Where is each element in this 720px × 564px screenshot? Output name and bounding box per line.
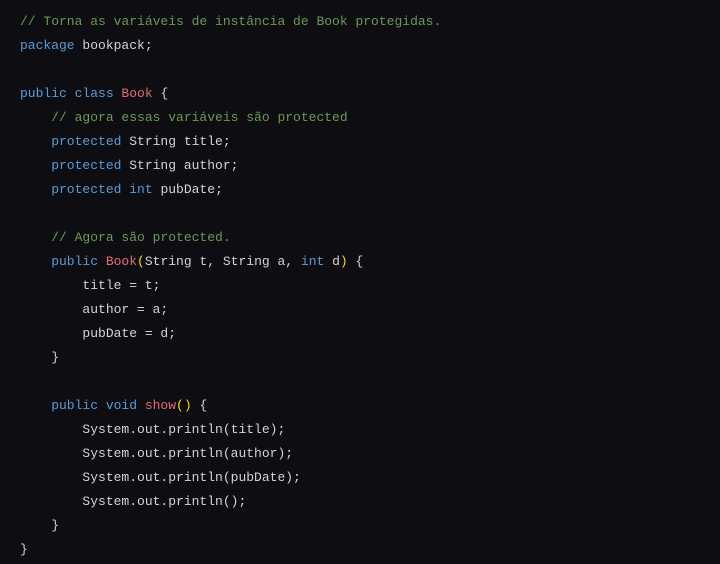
code-line: System.out.println(pubDate); [20, 466, 700, 490]
field-name: title [176, 134, 223, 149]
brace: { [192, 398, 208, 413]
code-line: System.out.println(title); [20, 418, 700, 442]
paren: ( [137, 254, 145, 269]
code-editor: // Torna as variáveis de instância de Bo… [20, 10, 700, 562]
code-line: public Book(String t, String a, int d) { [20, 250, 700, 274]
code-line: } [20, 514, 700, 538]
code-line: package bookpack; [20, 34, 700, 58]
brace: } [20, 518, 59, 533]
keyword-protected: protected [20, 134, 121, 149]
identifier: bookpack [75, 38, 145, 53]
constructor-name: Book [98, 254, 137, 269]
punct: ; [215, 182, 223, 197]
code-line: author = a; [20, 298, 700, 322]
brace: { [153, 86, 169, 101]
comment: // Agora são protected. [20, 230, 231, 245]
param-name: a [270, 254, 286, 269]
keyword-class: class [67, 86, 114, 101]
brace: } [20, 350, 59, 365]
code-line: public void show() { [20, 394, 700, 418]
keyword-protected: protected [20, 182, 121, 197]
punct: ; [223, 134, 231, 149]
type-int: int [121, 182, 152, 197]
type-int: int [301, 254, 324, 269]
blank-line [20, 202, 700, 226]
args: (pubDate); [223, 470, 301, 485]
punct: , [285, 254, 301, 269]
keyword-void: void [98, 398, 137, 413]
code-line: } [20, 538, 700, 562]
code-line: protected String author; [20, 154, 700, 178]
param-type: String [145, 254, 192, 269]
code-line: title = t; [20, 274, 700, 298]
field-name: pubDate [153, 182, 215, 197]
call: System.out.println [20, 470, 223, 485]
paren: () [176, 398, 192, 413]
punct: ; [145, 38, 153, 53]
param-name: t [192, 254, 208, 269]
keyword-package: package [20, 38, 75, 53]
comment: // agora essas variáveis são protected [20, 110, 348, 125]
code-line: protected int pubDate; [20, 178, 700, 202]
type: String [121, 134, 176, 149]
blank-line [20, 58, 700, 82]
statement: pubDate = d; [20, 326, 176, 341]
blank-line [20, 370, 700, 394]
brace: } [20, 542, 28, 557]
brace: { [348, 254, 364, 269]
code-line: System.out.println(); [20, 490, 700, 514]
code-line: } [20, 346, 700, 370]
type: String [121, 158, 176, 173]
param-type: String [223, 254, 270, 269]
code-line: System.out.println(author); [20, 442, 700, 466]
code-line: pubDate = d; [20, 322, 700, 346]
comment: // Torna as variáveis de instância de Bo… [20, 14, 441, 29]
param-name: d [324, 254, 340, 269]
statement: author = a; [20, 302, 168, 317]
class-name: Book [114, 86, 153, 101]
call: System.out.println [20, 446, 223, 461]
code-line: // agora essas variáveis são protected [20, 106, 700, 130]
call: System.out.println [20, 494, 223, 509]
code-line: // Agora são protected. [20, 226, 700, 250]
keyword-public: public [20, 398, 98, 413]
method-name: show [137, 398, 176, 413]
punct: , [207, 254, 223, 269]
field-name: author [176, 158, 231, 173]
keyword-public: public [20, 254, 98, 269]
args: (author); [223, 446, 293, 461]
code-line: protected String title; [20, 130, 700, 154]
args: (); [223, 494, 246, 509]
statement: title = t; [20, 278, 160, 293]
keyword-public: public [20, 86, 67, 101]
paren: ) [340, 254, 348, 269]
args: (title); [223, 422, 285, 437]
code-line: // Torna as variáveis de instância de Bo… [20, 10, 700, 34]
code-line: public class Book { [20, 82, 700, 106]
keyword-protected: protected [20, 158, 121, 173]
call: System.out.println [20, 422, 223, 437]
punct: ; [231, 158, 239, 173]
